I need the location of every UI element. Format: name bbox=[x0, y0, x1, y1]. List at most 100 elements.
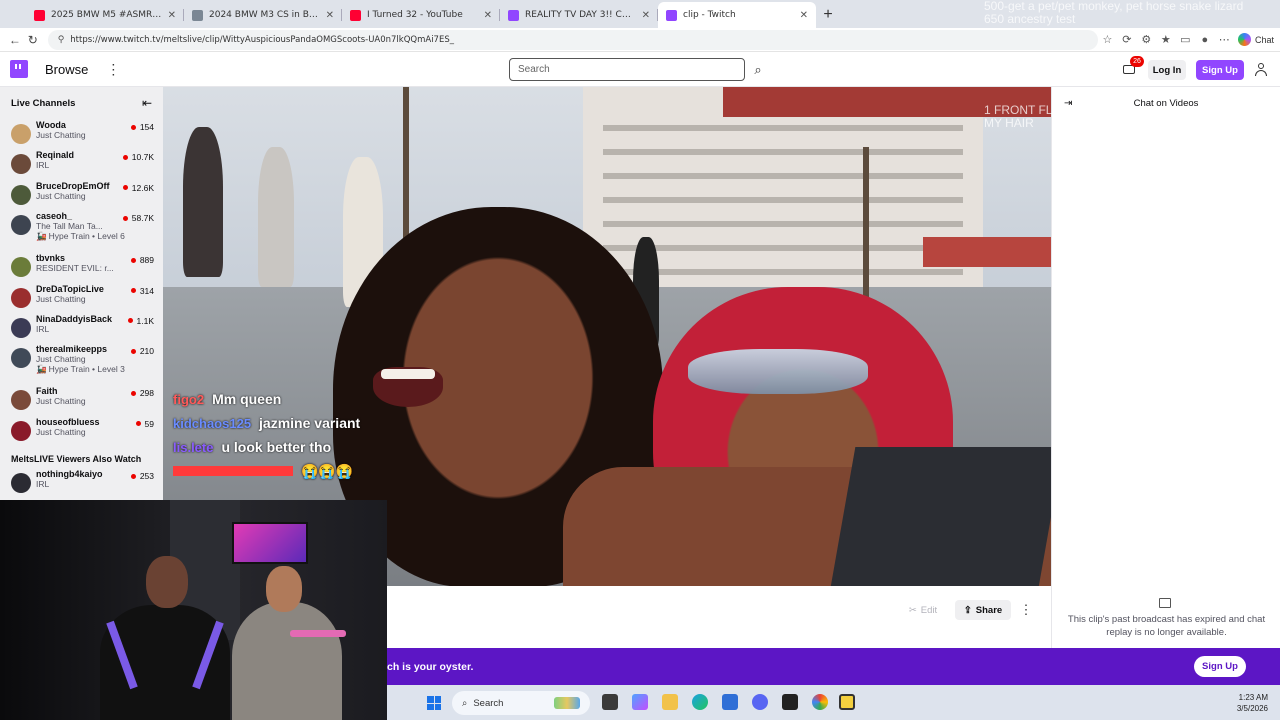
avatar bbox=[11, 348, 31, 369]
channel-name: BruceDropEmOff bbox=[36, 180, 110, 191]
search-icon[interactable]: ⌕ bbox=[748, 58, 768, 81]
profile-icon[interactable]: ● bbox=[1195, 29, 1214, 51]
hype-train-status: 🚂 Hype Train • Level 6 bbox=[36, 231, 126, 242]
viewer-count: 889 bbox=[130, 255, 154, 266]
screen: 2025 BMW M5 #ASMR - YouTube✕2024 BMW M3 … bbox=[0, 0, 1280, 720]
new-tab-icon[interactable]: + bbox=[816, 2, 840, 28]
prime-loot-icon[interactable]: 26 bbox=[1122, 56, 1144, 75]
banner-signup-button[interactable]: Sign Up bbox=[1194, 656, 1246, 677]
sidebar-channel[interactable]: nothingb4kaiyo IRL 253 bbox=[0, 468, 163, 498]
twitch-logo-icon[interactable] bbox=[10, 60, 28, 78]
close-tab-icon[interactable]: ✕ bbox=[800, 10, 808, 21]
close-tab-icon[interactable]: ✕ bbox=[484, 10, 492, 21]
webcam-tv-screen bbox=[232, 522, 308, 564]
menu-dots-icon[interactable]: ⋯ bbox=[1215, 29, 1234, 51]
sidebar-channel[interactable]: therealmikeepps Just Chatting 🚂 Hype Train … bbox=[0, 343, 163, 385]
windows-start-icon[interactable] bbox=[427, 696, 441, 710]
channel-category: Just Chatting bbox=[36, 130, 86, 140]
browser-tab[interactable]: 2025 BMW M5 #ASMR - YouTube ✕ bbox=[26, 2, 184, 28]
user-menu-icon[interactable] bbox=[1254, 61, 1268, 77]
signup-banner: ch is your oyster. Sign Up bbox=[387, 648, 1280, 685]
channel-category: RESIDENT EVIL: r... bbox=[36, 263, 114, 274]
channel-name: Wooda bbox=[36, 120, 66, 130]
browse-link[interactable]: Browse bbox=[45, 62, 88, 77]
overlay-chat-text: u look better tho bbox=[221, 439, 332, 455]
scissors-icon: ✂ bbox=[908, 604, 917, 616]
video-bystander bbox=[183, 127, 223, 277]
browser-tab[interactable]: 2024 BMW M3 CS in Black Sapph ✕ bbox=[184, 2, 342, 28]
sidebar-channel[interactable]: NinaDaddyisBack IRL 1.1K bbox=[0, 313, 163, 343]
overlay-chat-text: jazmine variant bbox=[259, 415, 361, 431]
browser-tab[interactable]: clip - Twitch ✕ bbox=[658, 2, 816, 28]
browser-tab[interactable]: REALITY TV DAY 3!! CAN MELT GE ✕ bbox=[500, 2, 658, 28]
collapse-chat-icon[interactable]: ⇥ bbox=[1064, 98, 1072, 109]
favorite-star-icon[interactable]: ☆ bbox=[1098, 29, 1117, 51]
edit-label: Edit bbox=[920, 604, 938, 616]
url-field[interactable]: ⚲ https://www.twitch.tv/meltslive/clip/W… bbox=[47, 29, 1098, 50]
edge-icon[interactable] bbox=[692, 694, 708, 710]
store-icon[interactable] bbox=[722, 694, 738, 710]
side-nav: Live Channels ⇤ Wooda Just Chatting 154 Req… bbox=[0, 87, 163, 500]
channel-name: nothingb4kaiyo bbox=[36, 469, 103, 480]
extensions-icon[interactable]: ⚙ bbox=[1137, 29, 1156, 51]
browser-tab[interactable]: I Turned 32 - YouTube ✕ bbox=[342, 2, 500, 28]
viewer-count: 154 bbox=[130, 122, 154, 132]
more-actions-icon[interactable]: ⋮ bbox=[1019, 600, 1033, 620]
sidebar-channel[interactable]: DreDaTopicLive Just Chatting 314 bbox=[0, 283, 163, 313]
collections-icon[interactable]: ▭ bbox=[1176, 29, 1195, 51]
youtube-icon bbox=[34, 9, 45, 21]
avatar bbox=[11, 257, 31, 278]
viewer-count: 314 bbox=[130, 286, 154, 296]
channel-category: IRL bbox=[36, 160, 50, 171]
webcam-phone bbox=[290, 630, 346, 637]
taskbar-search[interactable]: ⌕ Search bbox=[452, 691, 590, 715]
search-input[interactable]: Search bbox=[509, 58, 745, 81]
more-options-icon[interactable]: ⋮ bbox=[106, 61, 120, 78]
close-tab-icon[interactable]: ✕ bbox=[326, 10, 334, 21]
browser-tab-title: I Turned 32 - YouTube bbox=[367, 10, 463, 20]
favorites-icon[interactable]: ★ bbox=[1156, 29, 1175, 51]
sidebar-channel[interactable]: tbvnks RESIDENT EVIL: r... 889 bbox=[0, 252, 163, 282]
viewer-count-value: 58.7K bbox=[131, 213, 154, 224]
close-tab-icon[interactable]: ✕ bbox=[642, 10, 650, 21]
sidebar-channel[interactable]: Reqinald IRL 10.7K bbox=[0, 149, 163, 179]
norton-icon[interactable] bbox=[839, 694, 855, 710]
chat-header: ⇥ Chat on Videos bbox=[1052, 87, 1280, 119]
back-icon[interactable]: ← bbox=[6, 29, 24, 51]
app-icon[interactable] bbox=[782, 694, 798, 710]
login-button[interactable]: Log In bbox=[1148, 60, 1186, 80]
sidebar-channel[interactable]: Wooda Just Chatting 154 bbox=[0, 119, 163, 149]
edit-button[interactable]: ✂ Edit bbox=[899, 600, 947, 620]
signup-button[interactable]: Sign Up bbox=[1196, 60, 1244, 80]
channel-name: therealmikeepps bbox=[36, 344, 108, 355]
close-tab-icon[interactable]: ✕ bbox=[168, 10, 176, 21]
live-dot-icon bbox=[130, 288, 136, 294]
chrome-icon[interactable] bbox=[812, 694, 828, 710]
share-button[interactable]: ⇪ Share bbox=[955, 600, 1011, 620]
video-shirt bbox=[830, 447, 1051, 586]
live-channels-title: Live Channels bbox=[11, 97, 76, 109]
collapse-sidebar-icon[interactable]: ⇤ bbox=[142, 96, 152, 110]
discord-icon[interactable] bbox=[752, 694, 768, 710]
copilot-chat-button[interactable]: Chat bbox=[1237, 33, 1274, 46]
live-dot-icon bbox=[127, 318, 133, 324]
file-explorer-icon[interactable] bbox=[662, 694, 678, 710]
channel-name: Faith bbox=[36, 386, 58, 397]
copilot-app-icon[interactable] bbox=[632, 694, 648, 710]
channel-name: caseoh_ bbox=[36, 211, 73, 222]
overlay-chat-line: lis.lete u look better tho bbox=[173, 435, 433, 459]
viewer-count-value: 12.6K bbox=[131, 182, 154, 193]
overlay-chat-line: figo2 Mm queen bbox=[173, 387, 433, 411]
sidebar-channel[interactable]: caseoh_ The Tall Man Ta... 🚂 Hype Train • L… bbox=[0, 210, 163, 252]
refresh-page-icon[interactable]: ⟳ bbox=[1117, 29, 1136, 51]
site-info-icon[interactable]: ⚲ bbox=[58, 35, 65, 45]
system-clock[interactable]: 1:23 AM 3/5/2026 bbox=[1237, 692, 1268, 714]
sidebar-channel[interactable]: houseofbluess Just Chatting 59 bbox=[0, 416, 163, 446]
twitch-top-nav: Browse ⋮ Search ⌕ 26 Log In Sign Up bbox=[0, 52, 1280, 87]
browser-tab-title: REALITY TV DAY 3!! CAN MELT GE bbox=[525, 10, 636, 20]
reload-icon[interactable]: ↻ bbox=[24, 29, 42, 51]
sidebar-channel[interactable]: BruceDropEmOff Just Chatting 12.6K bbox=[0, 180, 163, 210]
viewer-count-value: 889 bbox=[139, 255, 154, 266]
sidebar-channel[interactable]: Faith Just Chatting 298 bbox=[0, 385, 163, 415]
task-view-icon[interactable] bbox=[602, 694, 618, 710]
